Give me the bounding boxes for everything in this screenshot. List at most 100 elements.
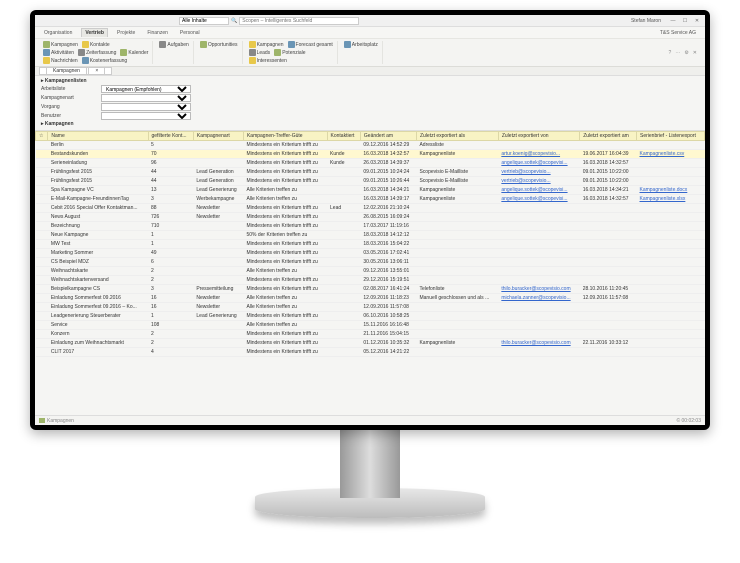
ribbon-kampagnen[interactable]: Kampagnen <box>249 41 284 48</box>
table-row[interactable]: Beispielkampagne CS3PressemitteilungMind… <box>36 285 705 294</box>
tab-close-icon[interactable]: × <box>88 67 105 75</box>
table-row[interactable]: Einladung Sommerfest 09.201616Newsletter… <box>36 294 705 303</box>
table-row[interactable]: Spa Kampagne VC13Lead GenerierungAlle Kr… <box>36 186 705 195</box>
table-row[interactable]: CS Beispiel MDZ6Mindestens ein Kriterium… <box>36 258 705 267</box>
table-row[interactable]: Service108Alle Kriterien treffen zu15.11… <box>36 321 705 330</box>
column-header[interactable]: Kampagnenart <box>193 132 243 141</box>
ribbon-kampagnen[interactable]: Kampagnen <box>43 41 78 48</box>
column-header[interactable]: ☆ <box>36 132 48 141</box>
status-left: Kampagnen <box>47 418 74 424</box>
ribbon-arbeitsplatz[interactable]: Arbeitsplatz <box>344 41 378 48</box>
filter-panel: ▸ Kampagnenlisten ArbeitslisteKampagnen … <box>35 76 705 131</box>
table-row[interactable]: Frühlingsfest 201544Lead GenerationMinde… <box>36 177 705 186</box>
user-name: Stefan Maron <box>631 18 661 24</box>
export-file-link[interactable]: Kampagnenliste.csv <box>640 151 685 157</box>
exporter-link[interactable]: vertrieb@scopevisio... <box>501 169 550 175</box>
tab-kampagnen[interactable]: Kampagnen × <box>39 67 112 75</box>
exporter-link[interactable]: angelique.sottek@scopevisi... <box>501 187 567 193</box>
column-header[interactable]: Zuletzt exportiert am <box>580 132 637 141</box>
table-row[interactable]: MW Test1Mindestens ein Kriterium trifft … <box>36 240 705 249</box>
column-header[interactable]: Kampagnen-Treffer-Güte <box>243 132 327 141</box>
table-row[interactable]: Einladung zum Weihnachtsmarkt2Mindestens… <box>36 339 705 348</box>
table-row[interactable]: Konzern2Mindestens ein Kriterium trifft … <box>36 330 705 339</box>
document-tab-bar: Kampagnen × <box>35 67 705 76</box>
table-row[interactable]: Marketing Sommer49Mindestens ein Kriteri… <box>36 249 705 258</box>
ribbon-kostenerfassung[interactable]: Kostenerfassung <box>82 57 128 64</box>
exporter-link[interactable]: angelique.sottek@scopevisi... <box>501 160 567 166</box>
exporter-link[interactable]: angelique.sottek@scopevisi... <box>501 196 567 202</box>
ribbon-tab-projekte[interactable]: Projekte <box>114 29 138 37</box>
ribbon-icon <box>43 41 50 48</box>
search-icon: 🔍 <box>231 18 237 24</box>
ribbon-kontakte[interactable]: Kontakte <box>82 41 110 48</box>
column-header[interactable]: Zuletzt exportiert von <box>498 132 579 141</box>
filter-select-benutzer[interactable] <box>101 112 191 120</box>
export-file-link[interactable]: Kampagnenliste.docx <box>640 187 688 193</box>
title-bar: 🔍 Stefan Maron — ☐ ✕ <box>35 15 705 27</box>
filter-select-vorgang[interactable] <box>101 103 191 111</box>
ribbon-kalender[interactable]: Kalender <box>120 49 148 56</box>
column-header[interactable]: Kontaktiert <box>327 132 360 141</box>
export-file-link[interactable]: Kampagnenliste.xlsx <box>640 196 686 202</box>
column-header[interactable]: Geändert am <box>360 132 416 141</box>
ribbon-icon <box>120 49 127 56</box>
table-row[interactable]: Einladung Sommerfest 09.2016 – Ko...16Ne… <box>36 303 705 312</box>
table-row[interactable]: E-Mail-Kampagne-FreundinnenTag3Werbekamp… <box>36 195 705 204</box>
table-row[interactable]: Serieneinladung96Mindestens ein Kriteriu… <box>36 159 705 168</box>
table-row[interactable]: News August726NewsletterMindestens ein K… <box>36 213 705 222</box>
ribbon-forecast-gesamt[interactable]: Forecast gesamt <box>288 41 333 48</box>
ribbon-tab-personal[interactable]: Personal <box>177 29 203 37</box>
table-row[interactable]: Leadgenerierung Steuerberater1Lead Gener… <box>36 312 705 321</box>
column-header[interactable]: Name <box>48 132 148 141</box>
table-row[interactable]: CLIT 20174Mindestens ein Kriterium triff… <box>36 348 705 357</box>
more-icon[interactable]: ⋯ <box>675 50 680 56</box>
filter-select-arbeitsliste[interactable]: Kampagnen (Empfohlen) <box>101 85 191 93</box>
table-row[interactable]: Bestandskunden70Mindestens ein Kriterium… <box>36 150 705 159</box>
ribbon-icon <box>249 41 256 48</box>
filter-label-2: Vorgang <box>41 104 101 110</box>
table-scroll[interactable]: ☆Namegefilterte Kont...KampagnenartKampa… <box>35 131 705 425</box>
ribbon-opportunities[interactable]: Opportunities <box>200 41 238 48</box>
global-search-input[interactable] <box>239 17 359 25</box>
ribbon-icon <box>159 41 166 48</box>
exporter-link[interactable]: thilo.buracker@scopevisio.com <box>501 286 570 292</box>
column-header[interactable]: Serienbrief - Listenexport <box>637 132 705 141</box>
filter-label-3: Benutzer <box>41 113 101 119</box>
maximize-button[interactable]: ☐ <box>681 18 689 24</box>
settings-icon[interactable]: ⚙ <box>684 50 688 56</box>
help-icon[interactable]: ? <box>669 50 672 56</box>
ribbon-tab-organisation[interactable]: Organisation <box>41 29 75 37</box>
ribbon-close-icon[interactable]: ✕ <box>693 50 697 56</box>
table-row[interactable]: Bezeichnung710Mindestens ein Kriterium t… <box>36 222 705 231</box>
table-row[interactable]: Weihnachtskartenversand2Mindestens ein K… <box>36 276 705 285</box>
table-row[interactable]: Frühlingsfest 201544Lead GenerationMinde… <box>36 168 705 177</box>
ribbon-aktivitäten[interactable]: Aktivitäten <box>43 49 74 56</box>
exporter-link[interactable]: artur.koenig@scopevisio... <box>501 151 560 157</box>
ribbon-zeiterfassung[interactable]: Zeiterfassung <box>78 49 116 56</box>
table-row[interactable]: Cebit 2016 Special Offer Kontaktman...88… <box>36 204 705 213</box>
ribbon-tab-vertrieb[interactable]: Vertrieb <box>81 28 108 37</box>
table-row[interactable]: Neue Kampagne150% der Kriterien treffen … <box>36 231 705 240</box>
ribbon-potenziale[interactable]: Potenziale <box>274 49 305 56</box>
ribbon-interessenten[interactable]: Interessenten <box>249 57 287 64</box>
ribbon-aufgaben[interactable]: Aufgaben <box>159 41 188 48</box>
exporter-link[interactable]: michaela.zanner@scopevisio... <box>501 295 570 301</box>
ribbon-icon <box>78 49 85 56</box>
status-bar: Kampagnen © 00:02:03 <box>35 415 705 425</box>
minimize-button[interactable]: — <box>669 18 677 24</box>
filter-select-kampagnenart[interactable] <box>101 94 191 102</box>
close-button[interactable]: ✕ <box>693 18 701 24</box>
search-scope-select[interactable] <box>179 17 229 25</box>
exporter-link[interactable]: thilo.buracker@scopevisio.com <box>501 340 570 346</box>
ribbon-leads[interactable]: Leads <box>249 49 271 56</box>
column-header[interactable]: gefilterte Kont... <box>148 132 193 141</box>
ribbon-nachrichten[interactable]: Nachrichten <box>43 57 78 64</box>
ribbon-icon <box>200 41 207 48</box>
table-row[interactable]: Weihnachtskarte2Alle Kriterien treffen z… <box>36 267 705 276</box>
table-row[interactable]: Berlin5Mindestens ein Kriterium trifft z… <box>36 141 705 150</box>
ribbon-icon <box>82 41 89 48</box>
section-kampagnen: ▸ Kampagnen <box>41 121 699 127</box>
exporter-link[interactable]: vertrieb@scopevisio... <box>501 178 550 184</box>
column-header[interactable]: Zuletzt exportiert als <box>416 132 498 141</box>
ribbon-tab-finanzen[interactable]: Finanzen <box>144 29 171 37</box>
